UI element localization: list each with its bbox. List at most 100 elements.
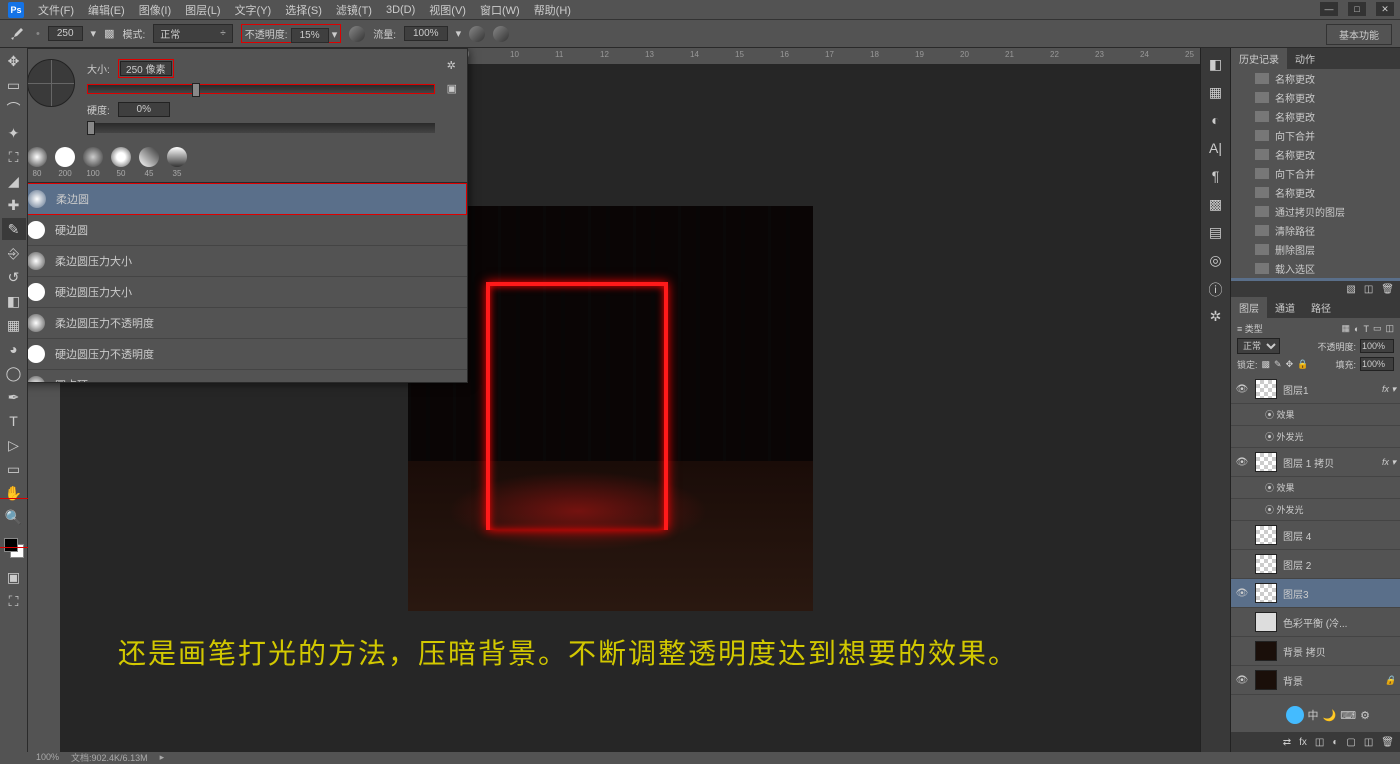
- gradient-tool[interactable]: ▦: [2, 314, 26, 336]
- history-item[interactable]: 通过拷贝的图层: [1231, 202, 1400, 221]
- history-item[interactable]: 名称更改: [1231, 69, 1400, 88]
- tab-paths[interactable]: 路径: [1303, 297, 1339, 318]
- layer-name[interactable]: 图层 2: [1283, 557, 1311, 572]
- menu-image[interactable]: 图像(I): [139, 2, 171, 18]
- menu-type[interactable]: 文字(Y): [235, 2, 272, 18]
- nav-panel-icon[interactable]: ◎: [1207, 252, 1225, 270]
- props-panel-icon[interactable]: ✲: [1207, 308, 1225, 326]
- layer-name[interactable]: 图层 1 拷贝: [1283, 455, 1334, 470]
- ime-moon-icon[interactable]: 🌙: [1323, 709, 1337, 722]
- brush-hardness-slider[interactable]: [87, 123, 435, 133]
- menu-select[interactable]: 选择(S): [285, 2, 322, 18]
- eraser-tool[interactable]: ◧: [2, 290, 26, 312]
- filter-shape-icon[interactable]: ▭: [1373, 323, 1382, 334]
- opacity-field[interactable]: 15%: [291, 28, 329, 43]
- brush-preset-thumb[interactable]: 50: [111, 147, 131, 178]
- layer-row[interactable]: 图层 2: [1231, 550, 1400, 579]
- new-snapshot-icon[interactable]: ◫: [1364, 284, 1373, 295]
- brush-size-input[interactable]: [120, 61, 172, 76]
- layer-opacity-input[interactable]: [1360, 339, 1394, 353]
- pressure-opacity-icon[interactable]: [349, 26, 365, 42]
- history-item[interactable]: 删除图层: [1231, 240, 1400, 259]
- ime-lang[interactable]: 中: [1308, 707, 1319, 723]
- panel-settings-icon[interactable]: ✲: [447, 59, 457, 72]
- layer-row[interactable]: 色彩平衡 (冷...: [1231, 608, 1400, 637]
- brush-list-item[interactable]: 柔边圆: [28, 183, 467, 215]
- blend-mode-select[interactable]: 正常: [1237, 338, 1280, 354]
- brush-panel-icon[interactable]: ▩: [1207, 196, 1225, 214]
- layer-effect-item[interactable]: ⦿ 外发光: [1231, 426, 1400, 448]
- layer-thumbnail[interactable]: [1255, 583, 1277, 603]
- layer-row[interactable]: 👁图层1fx ▾: [1231, 375, 1400, 404]
- marquee-tool[interactable]: ▭: [2, 74, 26, 96]
- history-item[interactable]: 载入选区: [1231, 259, 1400, 278]
- layer-name[interactable]: 背景 拷贝: [1283, 644, 1326, 659]
- layer-name[interactable]: 色彩平衡 (冷...: [1283, 615, 1347, 630]
- layer-mask-icon[interactable]: ◫: [1315, 737, 1324, 748]
- history-item[interactable]: 清除路径: [1231, 221, 1400, 240]
- wand-tool[interactable]: ✦: [2, 122, 26, 144]
- layer-effect-item[interactable]: ⦿ 外发光: [1231, 499, 1400, 521]
- opacity-dropdown-icon[interactable]: ▾: [332, 29, 338, 41]
- lock-pos-icon[interactable]: ✥: [1286, 359, 1294, 370]
- shape-tool[interactable]: ▭: [2, 458, 26, 480]
- menu-filter[interactable]: 滤镜(T): [336, 2, 372, 18]
- swatches-panel-icon[interactable]: ▦: [1207, 84, 1225, 102]
- layer-row[interactable]: 👁 图层3: [1231, 579, 1400, 608]
- brush-hardness-input[interactable]: [118, 102, 170, 117]
- tab-history[interactable]: 历史记录: [1231, 48, 1287, 69]
- snapshot-icon[interactable]: ▧: [1346, 284, 1355, 295]
- layer-row[interactable]: 背景 拷贝: [1231, 637, 1400, 666]
- brush-list-item[interactable]: 圆点硬: [28, 370, 467, 382]
- brush-list-item[interactable]: 硬边圆压力不透明度: [28, 339, 467, 370]
- clone-panel-icon[interactable]: ▤: [1207, 224, 1225, 242]
- menu-layer[interactable]: 图层(L): [185, 2, 220, 18]
- brush-panel-toggle-icon[interactable]: ▩: [104, 27, 114, 40]
- blur-tool[interactable]: ◕: [2, 338, 26, 360]
- brush-preset-thumb[interactable]: 200: [55, 147, 75, 178]
- brush-size-field[interactable]: 250: [48, 26, 83, 41]
- menu-view[interactable]: 视图(V): [429, 2, 466, 18]
- menu-file[interactable]: 文件(F): [38, 2, 74, 18]
- brush-preset-thumb[interactable]: 35: [167, 147, 187, 178]
- flow-field[interactable]: 100%: [404, 26, 448, 41]
- adjust-panel-icon[interactable]: ◐: [1207, 112, 1225, 130]
- pressure-size-icon[interactable]: [493, 26, 509, 42]
- brush-list-item[interactable]: 柔边圆压力大小: [28, 246, 467, 277]
- layer-thumbnail[interactable]: [1255, 554, 1277, 574]
- path-tool[interactable]: ▷: [2, 434, 26, 456]
- filter-type-icon[interactable]: T: [1363, 324, 1369, 334]
- brush-preset-thumb[interactable]: 80: [28, 147, 47, 178]
- color-panel-icon[interactable]: ◧: [1207, 56, 1225, 74]
- menu-window[interactable]: 窗口(W): [480, 2, 520, 18]
- filter-pixel-icon[interactable]: ▦: [1342, 323, 1351, 334]
- delete-layer-icon[interactable]: 🗑: [1381, 737, 1394, 748]
- workspace-switcher[interactable]: 基本功能: [1326, 24, 1392, 45]
- tab-actions[interactable]: 动作: [1287, 48, 1323, 69]
- ime-settings-icon[interactable]: ⚙: [1360, 709, 1370, 722]
- quickmask-toggle[interactable]: ▣: [2, 566, 26, 588]
- layer-name[interactable]: 图层3: [1283, 586, 1309, 601]
- eyedropper-tool[interactable]: ◢: [2, 170, 26, 192]
- filter-smart-icon[interactable]: ◫: [1385, 323, 1394, 334]
- layer-row[interactable]: 👁图层 1 拷贝fx ▾: [1231, 448, 1400, 477]
- menu-edit[interactable]: 编辑(E): [88, 2, 125, 18]
- layer-thumbnail[interactable]: [1255, 670, 1277, 690]
- char-panel-icon[interactable]: ¶: [1207, 168, 1225, 186]
- screenmode-toggle[interactable]: ⛶: [2, 590, 26, 612]
- close-button[interactable]: ✕: [1376, 2, 1394, 16]
- brush-size-slider[interactable]: [87, 84, 435, 94]
- airbrush-icon[interactable]: [469, 26, 485, 42]
- layer-name[interactable]: 图层 4: [1283, 528, 1311, 543]
- visibility-toggle[interactable]: 👁: [1235, 588, 1249, 599]
- brush-preset-thumb[interactable]: 100: [83, 147, 103, 178]
- layer-thumbnail[interactable]: [1255, 612, 1277, 632]
- stamp-tool[interactable]: ⎆: [2, 242, 26, 264]
- layer-row[interactable]: 图层 4: [1231, 521, 1400, 550]
- history-item[interactable]: 名称更改: [1231, 88, 1400, 107]
- history-item[interactable]: 名称更改: [1231, 145, 1400, 164]
- blend-mode-select[interactable]: 正常÷: [153, 24, 233, 43]
- layer-thumbnail[interactable]: [1255, 452, 1277, 472]
- fill-input[interactable]: [1360, 357, 1394, 371]
- lasso-tool[interactable]: ⌒: [2, 98, 26, 120]
